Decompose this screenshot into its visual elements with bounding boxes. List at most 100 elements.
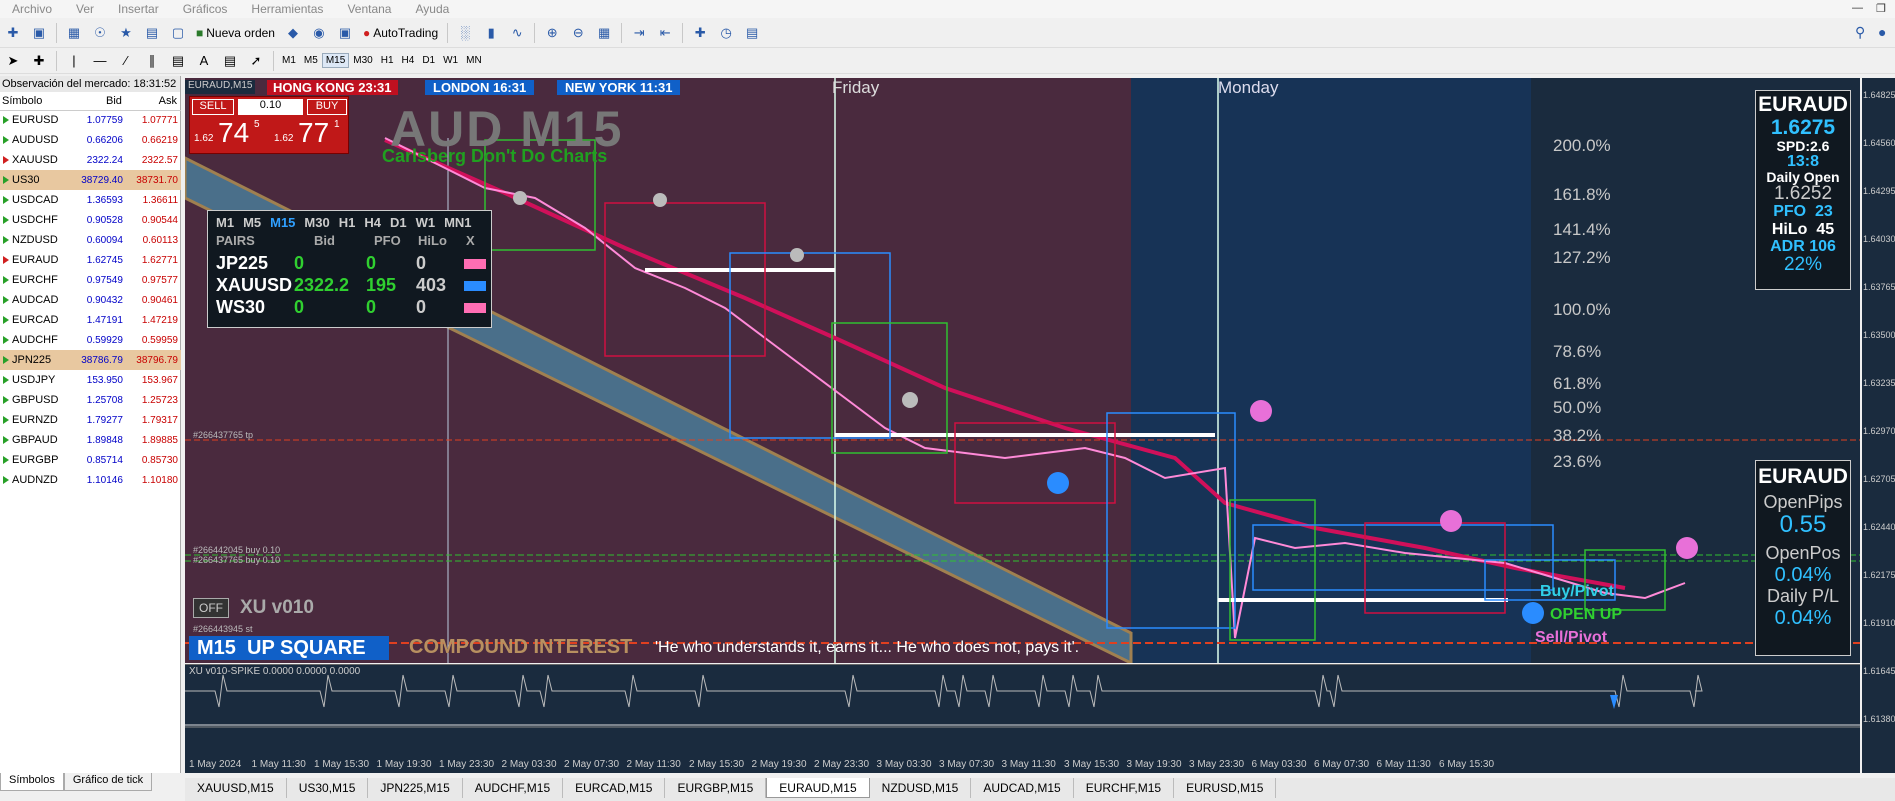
lot-size-input[interactable]: 0.10 bbox=[238, 99, 303, 115]
sell-price[interactable]: 1.62 74 5 bbox=[192, 117, 268, 153]
market-row[interactable]: USDCAD 1.36593 1.36611 bbox=[0, 190, 181, 210]
panel-timeframe[interactable]: H4 bbox=[364, 215, 381, 230]
market-row[interactable]: EURCHF 0.97549 0.97577 bbox=[0, 270, 181, 290]
buy-button[interactable]: BUY bbox=[307, 99, 347, 115]
menu-item[interactable]: Ver bbox=[64, 2, 106, 16]
panel-timeframe[interactable]: D1 bbox=[390, 215, 407, 230]
market-row[interactable]: USDJPY 153.950 153.967 bbox=[0, 370, 181, 390]
bar-chart-icon[interactable]: ░ bbox=[454, 22, 476, 44]
menu-item[interactable]: Gráficos bbox=[171, 2, 240, 16]
spike-indicator-window[interactable]: XU v010-SPIKE 0.0000 0.0000 0.0000 bbox=[185, 664, 1860, 759]
line-chart-icon[interactable]: ∿ bbox=[506, 22, 528, 44]
terminal-icon[interactable]: ▤ bbox=[141, 22, 163, 44]
market-row[interactable]: EURUSD 1.07759 1.07771 bbox=[0, 110, 181, 130]
col-bid[interactable]: Bid bbox=[70, 92, 126, 111]
indicators-icon[interactable]: ✚ bbox=[689, 22, 711, 44]
vertical-line-icon[interactable]: | bbox=[63, 50, 85, 72]
off-toggle-button[interactable]: OFF bbox=[193, 598, 229, 618]
market-row[interactable]: GBPAUD 1.89848 1.89885 bbox=[0, 430, 181, 450]
data-window-icon[interactable]: ☉ bbox=[89, 22, 111, 44]
price-chart[interactable]: EURAUD,M15 HONG KONG 23:31 LONDON 16:31 … bbox=[185, 78, 1860, 663]
menu-item[interactable]: Ventana bbox=[335, 2, 403, 16]
timeframe-w1[interactable]: W1 bbox=[439, 53, 462, 68]
timeframe-m5[interactable]: M5 bbox=[300, 53, 322, 68]
chart-tab[interactable]: NZDUSD,M15 bbox=[870, 778, 972, 798]
market-row[interactable]: AUDNZD 1.10146 1.10180 bbox=[0, 470, 181, 490]
chart-tab[interactable]: AUDCHF,M15 bbox=[463, 778, 564, 798]
menu-item[interactable]: Ayuda bbox=[403, 2, 461, 16]
market-row[interactable]: AUDCAD 0.90432 0.90461 bbox=[0, 290, 181, 310]
timeframe-mn[interactable]: MN bbox=[462, 53, 486, 68]
zoom-in-icon[interactable]: ⊕ bbox=[541, 22, 563, 44]
chart-tab[interactable]: AUDCAD,M15 bbox=[971, 778, 1074, 798]
market-row[interactable]: US30 38729.40 38731.70 bbox=[0, 170, 181, 190]
new-order-button[interactable]: ■ Nueva orden bbox=[193, 22, 278, 44]
search-icon[interactable]: ⚲ bbox=[1855, 24, 1865, 41]
navigator-icon[interactable]: ★ bbox=[115, 22, 137, 44]
profiles-icon[interactable]: ▣ bbox=[28, 22, 50, 44]
timeframe-h1[interactable]: H1 bbox=[377, 53, 398, 68]
pair-color-swatch[interactable] bbox=[464, 303, 486, 313]
pair-color-swatch[interactable] bbox=[464, 259, 486, 269]
tile-windows-icon[interactable]: ▦ bbox=[593, 22, 615, 44]
arrow-icon[interactable]: ➚ bbox=[245, 50, 267, 72]
market-row[interactable]: EURCAD 1.47191 1.47219 bbox=[0, 310, 181, 330]
market-row[interactable]: XAUUSD 2322.24 2322.57 bbox=[0, 150, 181, 170]
menu-item[interactable]: Herramientas bbox=[239, 2, 335, 16]
timeframe-h4[interactable]: H4 bbox=[398, 53, 419, 68]
candlestick-icon[interactable]: ▮ bbox=[480, 22, 502, 44]
pair-color-swatch[interactable] bbox=[464, 281, 486, 291]
col-ask[interactable]: Ask bbox=[125, 92, 181, 111]
panel-timeframe[interactable]: W1 bbox=[416, 215, 436, 230]
menu-item[interactable]: Archivo bbox=[0, 2, 64, 16]
panel-timeframe[interactable]: M5 bbox=[243, 215, 261, 230]
text-label-icon[interactable]: ▤ bbox=[219, 50, 241, 72]
timeframe-m30[interactable]: M30 bbox=[349, 53, 376, 68]
tab-symbols[interactable]: Símbolos bbox=[0, 773, 64, 791]
chart-tab[interactable]: XAUUSD,M15 bbox=[185, 778, 287, 798]
autoscroll-icon[interactable]: ⇥ bbox=[628, 22, 650, 44]
community-icon[interactable]: ● bbox=[1878, 24, 1886, 40]
autotrading-button[interactable]: ● AutoTrading bbox=[360, 22, 441, 44]
minimize-icon[interactable]: — bbox=[1852, 2, 1863, 14]
tab-tick-chart[interactable]: Gráfico de tick bbox=[63, 773, 153, 791]
market-row[interactable]: EURNZD 1.79277 1.79317 bbox=[0, 410, 181, 430]
panel-timeframe[interactable]: M30 bbox=[304, 215, 329, 230]
market-row[interactable]: EURAUD 1.62745 1.62771 bbox=[0, 250, 181, 270]
panel-timeframe[interactable]: M1 bbox=[216, 215, 234, 230]
panel-timeframe[interactable]: MN1 bbox=[444, 215, 471, 230]
trendline-icon[interactable]: ∕ bbox=[115, 50, 137, 72]
timeframe-m1[interactable]: M1 bbox=[278, 53, 300, 68]
col-symbol[interactable]: Símbolo bbox=[0, 92, 71, 111]
chart-tab[interactable]: EURUSD,M15 bbox=[1174, 778, 1277, 798]
chart-tab[interactable]: EURGBP,M15 bbox=[665, 778, 767, 798]
fibonacci-icon[interactable]: ▤ bbox=[167, 50, 189, 72]
market-row[interactable]: USDCHF 0.90528 0.90544 bbox=[0, 210, 181, 230]
market-row[interactable]: JPN225 38786.79 38796.79 bbox=[0, 350, 181, 370]
chart-shift-icon[interactable]: ⇤ bbox=[654, 22, 676, 44]
timeframe-d1[interactable]: D1 bbox=[418, 53, 439, 68]
cursor-icon[interactable]: ➤ bbox=[2, 50, 24, 72]
tester-icon[interactable]: ▢ bbox=[167, 22, 189, 44]
horizontal-line-icon[interactable]: — bbox=[89, 50, 111, 72]
market-row[interactable]: NZDUSD 0.60094 0.60113 bbox=[0, 230, 181, 250]
market-watch-icon[interactable]: ▦ bbox=[63, 22, 85, 44]
crosshair-icon[interactable]: ✚ bbox=[28, 50, 50, 72]
channel-icon[interactable]: ∥ bbox=[141, 50, 163, 72]
templates-icon[interactable]: ▤ bbox=[741, 22, 763, 44]
periods-icon[interactable]: ◷ bbox=[715, 22, 737, 44]
chart-tab[interactable]: EURCHF,M15 bbox=[1074, 778, 1175, 798]
signals-icon[interactable]: ◉ bbox=[308, 22, 330, 44]
text-icon[interactable]: A bbox=[193, 50, 215, 72]
panel-timeframe[interactable]: H1 bbox=[339, 215, 356, 230]
chart-tab[interactable]: EURCAD,M15 bbox=[563, 778, 666, 798]
market-row[interactable]: GBPUSD 1.25708 1.25723 bbox=[0, 390, 181, 410]
chart-tab[interactable]: EURAUD,M15 bbox=[766, 778, 870, 798]
timeframe-m15[interactable]: M15 bbox=[321, 53, 350, 68]
market-row[interactable]: AUDCHF 0.59929 0.59959 bbox=[0, 330, 181, 350]
market-row[interactable]: AUDUSD 0.66206 0.66219 bbox=[0, 130, 181, 150]
zoom-out-icon[interactable]: ⊖ bbox=[567, 22, 589, 44]
sell-button[interactable]: SELL bbox=[192, 99, 234, 115]
chart-tab[interactable]: JPN225,M15 bbox=[368, 778, 463, 798]
chart-tab[interactable]: US30,M15 bbox=[287, 778, 369, 798]
